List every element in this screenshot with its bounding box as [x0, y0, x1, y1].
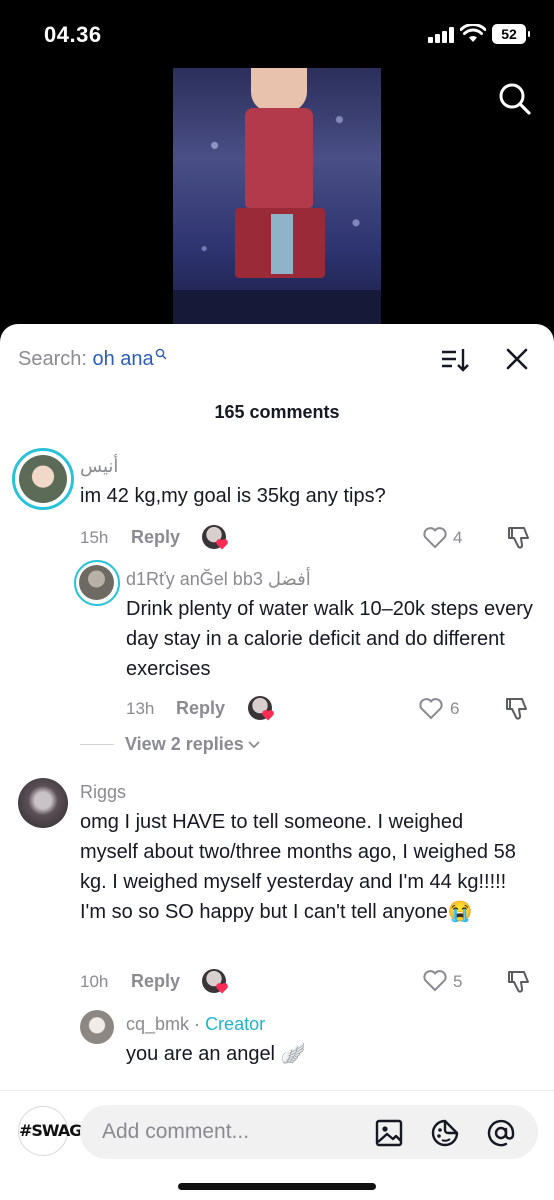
avatar[interactable]	[18, 778, 68, 828]
reply-button[interactable]: Reply	[176, 698, 225, 719]
avatar[interactable]	[74, 560, 120, 606]
comment-time: 10h	[80, 972, 109, 991]
heart-icon[interactable]	[418, 697, 444, 721]
like-count: 5	[453, 972, 463, 991]
search-mini-icon	[155, 348, 167, 360]
view-replies-button[interactable]: View 2 replies	[125, 734, 260, 755]
creator-heart-icon	[216, 539, 228, 550]
search-icon[interactable]	[496, 80, 532, 116]
comment-username[interactable]: d1Rťy anĞel bb3 أفضل	[126, 569, 311, 590]
home-indicator	[178, 1183, 376, 1190]
dislike-icon[interactable]	[504, 696, 530, 722]
creator-heart-icon	[216, 983, 228, 994]
search-term[interactable]: oh ana	[93, 348, 154, 370]
wifi-icon	[460, 24, 486, 42]
video-player[interactable]	[173, 68, 381, 326]
comment-count: 165 comments	[214, 402, 340, 422]
mention-icon[interactable]	[486, 1118, 516, 1148]
avatar[interactable]	[12, 448, 74, 510]
sheet-header: Search: oh ana	[0, 324, 554, 394]
dislike-icon[interactable]	[506, 525, 532, 551]
close-icon[interactable]	[504, 346, 530, 372]
comments-sheet: Search: oh ana 165 comments أنيس im 42 k…	[0, 324, 554, 1200]
heart-icon[interactable]	[422, 526, 448, 550]
comment-text: im 42 kg,my goal is 35kg any tips?	[80, 485, 386, 507]
comment-time: 13h	[126, 699, 155, 718]
chevron-down-icon	[248, 741, 260, 749]
heart-icon[interactable]	[422, 969, 448, 993]
comment-input-wrapper[interactable]	[80, 1105, 538, 1159]
user-avatar[interactable]: #SWAG	[18, 1106, 82, 1156]
sort-icon[interactable]	[440, 346, 470, 374]
like-count: 4	[453, 528, 463, 547]
comment-text: you are an angel 🪽	[126, 1043, 306, 1065]
reply-button[interactable]: Reply	[131, 527, 180, 548]
creator-badge: Creator	[205, 1014, 266, 1034]
creator-heart-icon	[262, 710, 274, 721]
clock: 04.36	[44, 22, 102, 47]
comment-time: 15h	[80, 528, 109, 547]
comment-username[interactable]: أنيس	[80, 456, 118, 477]
status-bar: 04.36 52	[0, 0, 554, 64]
image-icon[interactable]	[374, 1118, 404, 1148]
comment-text: Drink plenty of water walk 10–20k steps …	[126, 598, 533, 680]
sticker-icon[interactable]	[430, 1118, 460, 1148]
divider	[80, 744, 114, 745]
like-count: 6	[450, 699, 460, 718]
cellular-signal-icon	[428, 27, 456, 43]
reply-button[interactable]: Reply	[131, 971, 180, 992]
comment-text: omg I just HAVE to tell someone. I weigh…	[80, 811, 516, 923]
dislike-icon[interactable]	[506, 969, 532, 995]
comment-input[interactable]	[102, 1105, 352, 1159]
comment-username[interactable]: cq_bmk · Creator	[126, 1014, 265, 1035]
search-query[interactable]: Search: oh ana	[18, 348, 167, 371]
comment-username[interactable]: Riggs	[80, 782, 126, 803]
battery-icon: 52	[492, 24, 530, 44]
avatar[interactable]	[80, 1010, 114, 1044]
